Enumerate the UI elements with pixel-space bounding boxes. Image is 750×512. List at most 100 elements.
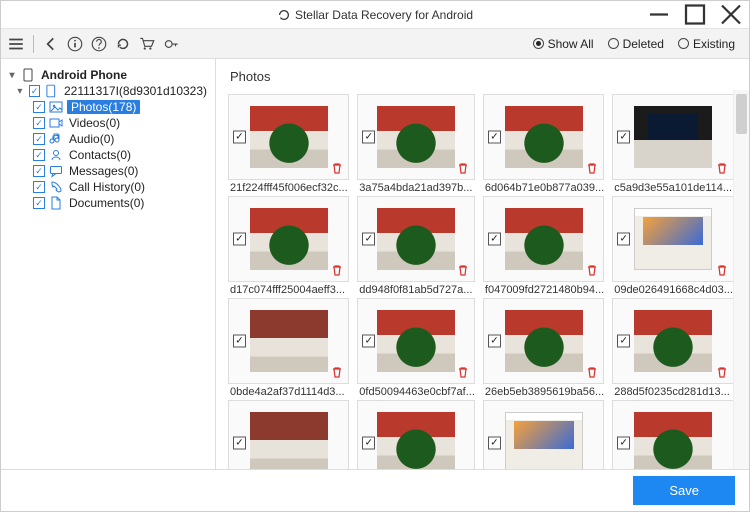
filter-show-all[interactable]: Show All (533, 37, 594, 51)
checkbox[interactable] (33, 101, 45, 113)
thumbnail-item[interactable]: 3101eaf065f9d5626cb... (483, 400, 604, 469)
tree-item[interactable]: Contacts(0) (5, 147, 211, 163)
thumbnail-filename: 0fd50094463e0cbf7af... (357, 384, 475, 398)
title-bar: Stellar Data Recovery for Android (1, 1, 749, 29)
thumbnail-item[interactable]: 0bde4a2af37d1114d3... (228, 298, 349, 398)
thumbnail-frame[interactable] (612, 400, 733, 469)
thumbnail-checkbox[interactable] (233, 437, 246, 450)
tree-item[interactable]: Videos(0) (5, 115, 211, 131)
menu-icon[interactable] (7, 35, 25, 53)
thumbnail-checkbox[interactable] (488, 437, 501, 450)
thumbnail-checkbox[interactable] (617, 335, 630, 348)
thumbnail-frame[interactable] (483, 400, 604, 469)
thumbnail-item[interactable]: f047009fd2721480b94... (483, 196, 604, 296)
tree-item[interactable]: Documents(0) (5, 195, 211, 211)
thumbnail-item[interactable]: c5a9d3e55a101de114... (612, 94, 733, 194)
thumbnail-item[interactable]: 2b5c270cfed71b7067... (357, 400, 475, 469)
help-icon[interactable] (90, 35, 108, 53)
thumbnail-frame[interactable] (483, 94, 604, 180)
thumbnail-filename: 0bde4a2af37d1114d3... (228, 384, 349, 398)
thumbnail-checkbox[interactable] (617, 233, 630, 246)
device-icon (44, 84, 58, 98)
thumbnail-item[interactable]: dd948f0f81ab5d727a... (357, 196, 475, 296)
checkbox[interactable] (33, 117, 45, 129)
collapse-icon[interactable]: ▾ (7, 70, 17, 81)
thumbnail-frame[interactable] (357, 298, 475, 384)
thumbnail-item[interactable]: d17c074fff25004aeff3... (228, 196, 349, 296)
thumbnail-frame[interactable] (357, 94, 475, 180)
thumbnail-checkbox[interactable] (362, 131, 375, 144)
refresh-icon[interactable] (114, 35, 132, 53)
thumbnail-checkbox[interactable] (488, 233, 501, 246)
tree-device[interactable]: ▾ 22111317I(8d9301d10323) (5, 83, 211, 99)
thumbnail-checkbox[interactable] (233, 233, 246, 246)
photo-preview (250, 208, 328, 270)
thumbnail-frame[interactable] (357, 400, 475, 469)
collapse-icon[interactable]: ▾ (15, 86, 25, 97)
tree-item[interactable]: Photos(178) (5, 99, 211, 115)
thumbnail-frame[interactable] (483, 298, 604, 384)
checkbox[interactable] (33, 165, 45, 177)
trash-icon (715, 161, 729, 175)
checkbox[interactable] (33, 181, 45, 193)
thumbnail-frame[interactable] (612, 94, 733, 180)
thumbnail-checkbox[interactable] (488, 335, 501, 348)
messages-icon (49, 164, 63, 178)
thumbnail-item[interactable]: 09de026491668c4d03... (612, 196, 733, 296)
main-area: ▾ Android Phone ▾ 22111317I(8d9301d10323… (1, 59, 749, 469)
separator (33, 35, 34, 53)
close-button[interactable] (713, 1, 749, 28)
tree-item[interactable]: Audio(0) (5, 131, 211, 147)
tree-item[interactable]: Call History(0) (5, 179, 211, 195)
thumbnail-frame[interactable] (228, 400, 349, 469)
cart-icon[interactable] (138, 35, 156, 53)
scrollbar-thumb[interactable] (736, 94, 747, 134)
tree-item[interactable]: Messages(0) (5, 163, 211, 179)
filter-deleted[interactable]: Deleted (608, 37, 664, 51)
thumbnail-frame[interactable] (612, 196, 733, 282)
thumbnail-checkbox[interactable] (617, 437, 630, 450)
thumbnail-item[interactable]: 3304edde4727d78185... (228, 400, 349, 469)
maximize-button[interactable] (677, 1, 713, 28)
audio-icon (49, 132, 63, 146)
thumbnail-item[interactable]: 26eb5eb3895619ba56... (483, 298, 604, 398)
thumbnail-item[interactable]: 3a75a4bda21ad397b... (357, 94, 475, 194)
checkbox[interactable] (33, 133, 45, 145)
thumbnail-item[interactable]: 21f224fff45f006ecf32c... (228, 94, 349, 194)
tree-root[interactable]: ▾ Android Phone (5, 67, 211, 83)
photo-preview (634, 310, 712, 372)
thumbnail-frame[interactable] (357, 196, 475, 282)
thumbnail-checkbox[interactable] (617, 131, 630, 144)
thumbnail-item[interactable]: 3304edde4727d78185... (612, 400, 733, 469)
checkbox[interactable] (33, 197, 45, 209)
checkbox[interactable] (33, 149, 45, 161)
thumbnail-checkbox[interactable] (233, 335, 246, 348)
thumbnail-filename: 3a75a4bda21ad397b... (357, 180, 475, 194)
thumbnail-checkbox[interactable] (233, 131, 246, 144)
thumbnail-frame[interactable] (228, 298, 349, 384)
thumbnail-checkbox[interactable] (362, 437, 375, 450)
thumbnail-checkbox[interactable] (488, 131, 501, 144)
thumbnail-checkbox[interactable] (362, 233, 375, 246)
checkbox[interactable] (29, 85, 41, 97)
thumbnail-frame[interactable] (612, 298, 733, 384)
filter-existing[interactable]: Existing (678, 37, 735, 51)
photo-preview (634, 208, 712, 270)
thumbnail-item[interactable]: 288d5f0235cd281d13... (612, 298, 733, 398)
key-icon[interactable] (162, 35, 180, 53)
minimize-button[interactable] (641, 1, 677, 28)
scrollbar[interactable] (733, 90, 749, 469)
save-button[interactable]: Save (633, 476, 735, 505)
tree-root-label: Android Phone (39, 68, 129, 82)
back-icon[interactable] (42, 35, 60, 53)
thumbnail-item[interactable]: 6d064b71e0b877a039... (483, 94, 604, 194)
thumbnail-frame[interactable] (228, 196, 349, 282)
info-icon[interactable] (66, 35, 84, 53)
thumbnail-checkbox[interactable] (362, 335, 375, 348)
thumbnail-frame[interactable] (483, 196, 604, 282)
thumbnail-frame[interactable] (228, 94, 349, 180)
toolbar: Show All Deleted Existing (1, 29, 749, 59)
thumbnail-item[interactable]: 0fd50094463e0cbf7af... (357, 298, 475, 398)
photo-preview (634, 412, 712, 469)
content-panel: Photos 21f224fff45f006ecf32c...3a75a4bda… (216, 59, 749, 469)
